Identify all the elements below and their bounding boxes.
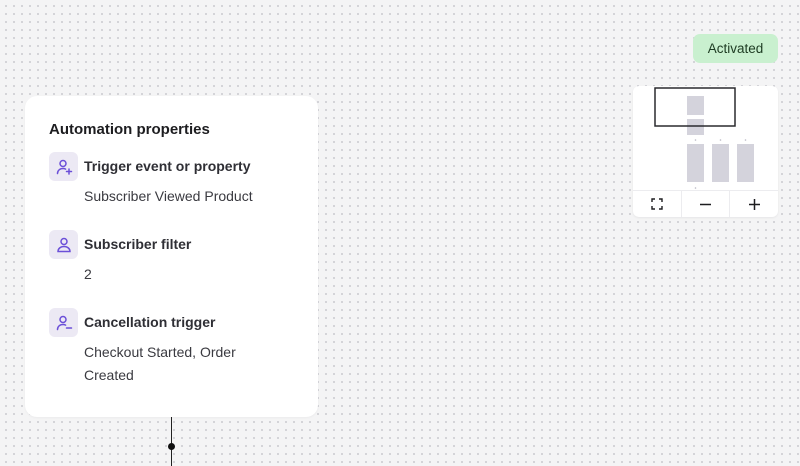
flow-connector-dot[interactable] [168, 443, 175, 450]
automation-properties-card: Automation properties Trigger event or p… [25, 96, 318, 417]
zoom-out-icon [700, 203, 711, 205]
zoom-in-icon [748, 198, 760, 210]
property-label: Cancellation trigger [84, 314, 216, 330]
fit-view-icon [651, 198, 663, 210]
user-plus-icon [49, 152, 78, 181]
status-badge: Activated [693, 34, 778, 63]
minimap-preview[interactable] [633, 86, 778, 190]
property-value: Checkout Started, Order Created [84, 344, 236, 383]
zoom-out-button[interactable] [680, 191, 730, 217]
automation-canvas[interactable]: { "status": { "label": "Activated", "col… [0, 0, 800, 466]
property-subscriber-filter: Subscriber filter 2 [49, 230, 294, 286]
minimap[interactable] [633, 86, 778, 217]
property-cancellation-trigger: Cancellation trigger Checkout Started, O… [49, 308, 294, 387]
fit-view-button[interactable] [633, 191, 681, 217]
property-value: 2 [84, 266, 92, 282]
user-minus-icon [49, 308, 78, 337]
property-trigger-event: Trigger event or property Subscriber Vie… [49, 152, 294, 208]
flow-connector-line [171, 417, 172, 466]
zoom-in-button[interactable] [729, 191, 778, 217]
properties-title: Automation properties [49, 121, 210, 138]
property-label: Trigger event or property [84, 158, 251, 174]
minimap-controls [633, 190, 778, 217]
property-label: Subscriber filter [84, 236, 192, 252]
property-value: Subscriber Viewed Product [84, 188, 253, 204]
user-icon [49, 230, 78, 259]
